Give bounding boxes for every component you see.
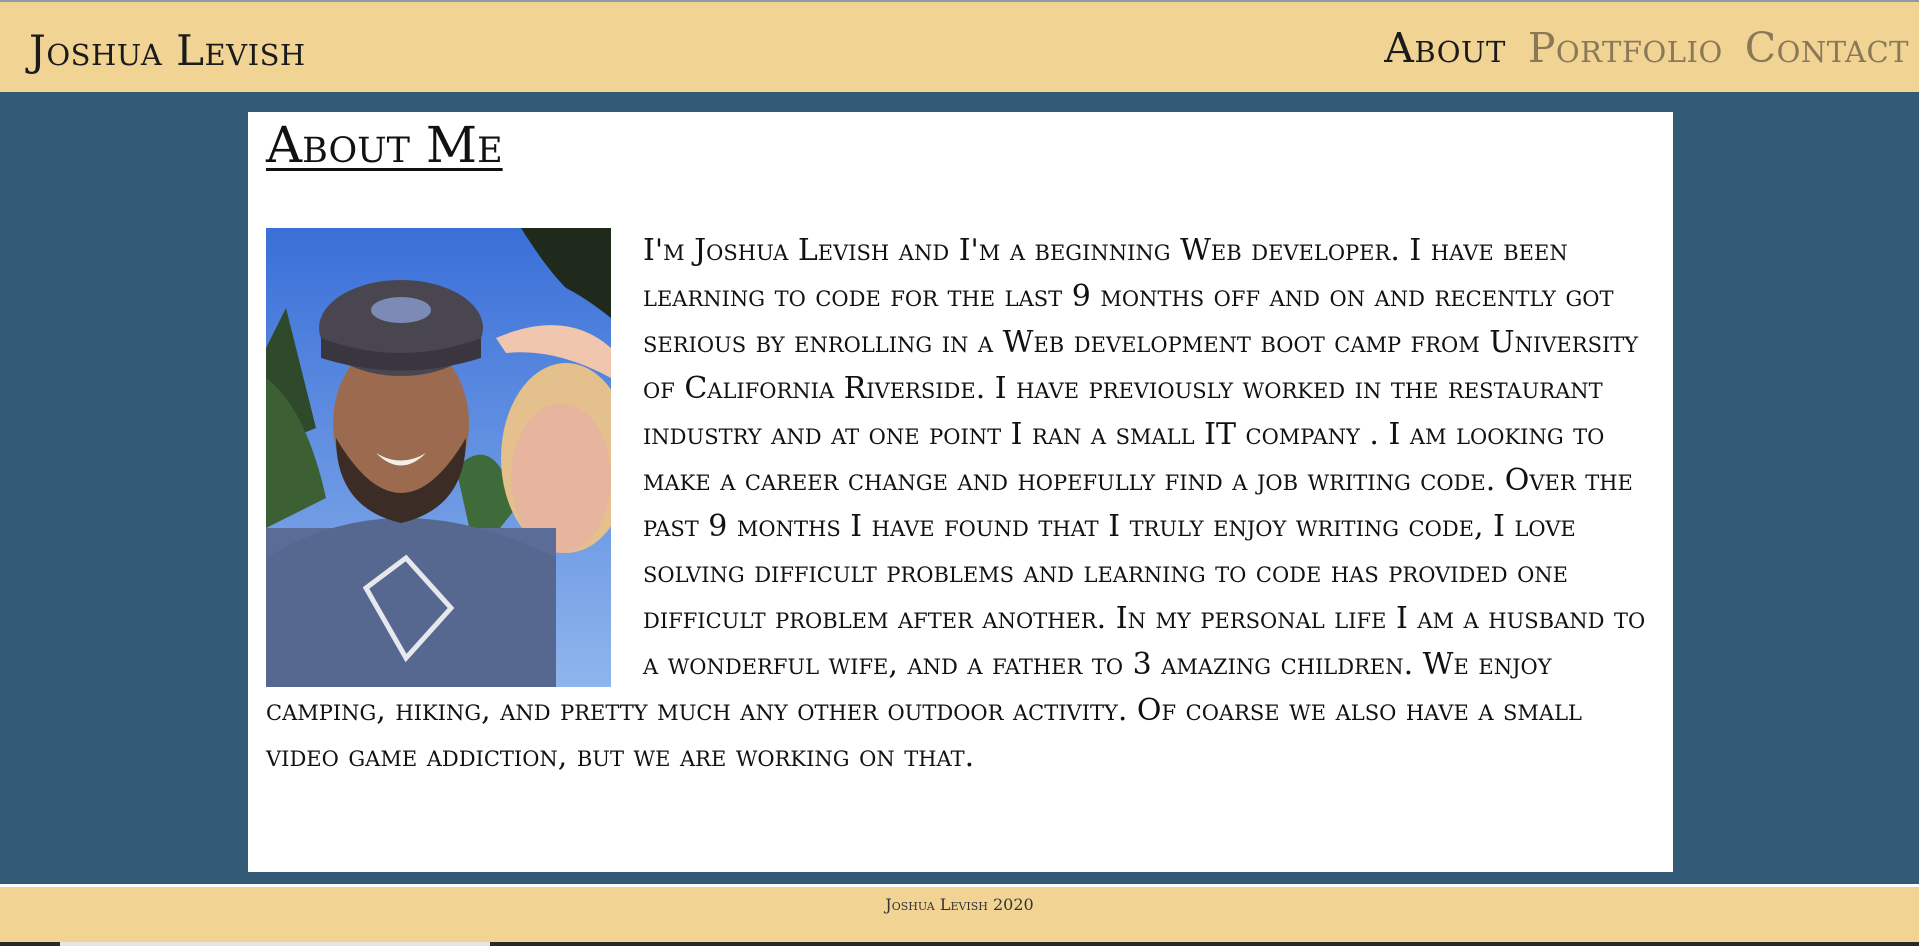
- bottom-strip-segment: [60, 942, 490, 946]
- site-header: Joshua Levish About Portfolio Contact: [0, 2, 1919, 92]
- bottom-strip: [0, 942, 1919, 946]
- site-footer: Joshua Levish 2020: [0, 884, 1919, 945]
- photo-spacer: [266, 228, 611, 687]
- main-nav: About Portfolio Contact: [1384, 24, 1909, 72]
- bio-text: I'm Joshua Levish and I'm a beginning We…: [266, 228, 1651, 780]
- nav-portfolio-link[interactable]: Portfolio: [1528, 24, 1723, 72]
- site-brand[interactable]: Joshua Levish: [29, 26, 306, 75]
- about-card: About Me I'm Joshua Levish and I'm a beg…: [248, 112, 1673, 872]
- nav-about-link[interactable]: About: [1384, 24, 1506, 72]
- footer-copyright: Joshua Levish 2020: [885, 895, 1034, 914]
- page-title: About Me: [266, 116, 503, 174]
- nav-contact-link[interactable]: Contact: [1745, 24, 1909, 72]
